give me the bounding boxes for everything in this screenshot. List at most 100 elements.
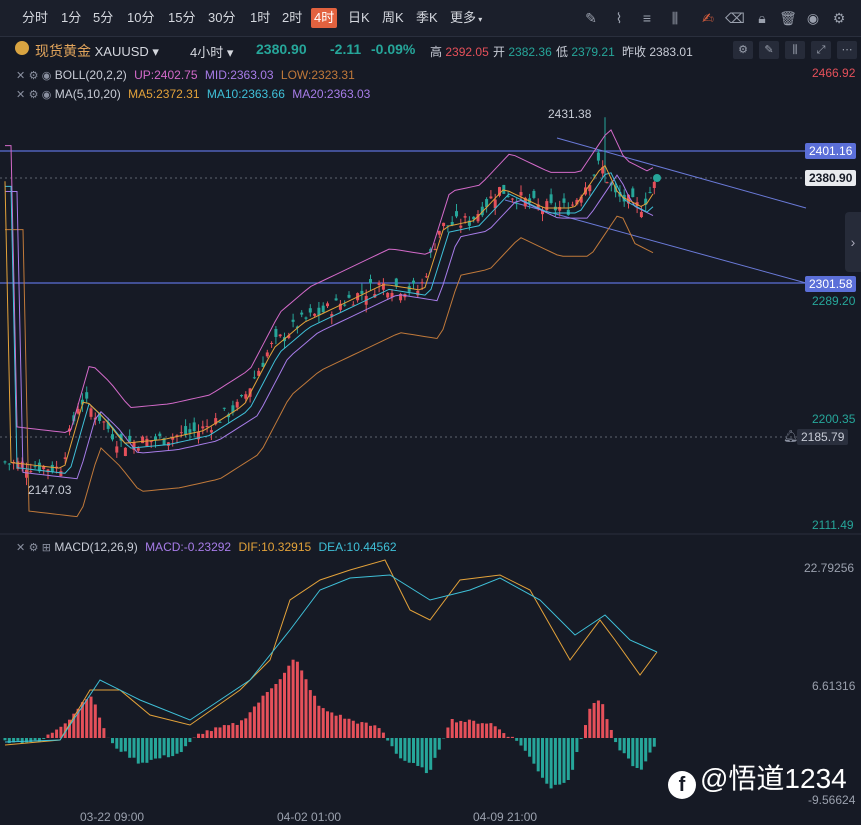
open-value: 开 2382.36 xyxy=(493,45,552,59)
settings-icon[interactable]: ⚙ xyxy=(29,70,39,82)
candle xyxy=(55,466,59,469)
macd-bar xyxy=(618,738,622,751)
candle xyxy=(485,199,489,208)
candle xyxy=(7,463,11,465)
eye-icon[interactable]: ◉ xyxy=(803,8,823,28)
tf-15m[interactable]: 15分 xyxy=(165,8,198,28)
tf-1h[interactable]: 1时 xyxy=(247,8,273,28)
macd-bar xyxy=(450,718,454,738)
alert-bell-icon[interactable]: 🔔︎ xyxy=(783,429,798,443)
macd-bar xyxy=(50,732,54,738)
tf-5m[interactable]: 5分 xyxy=(90,8,116,28)
tf-intraday[interactable]: 分时 xyxy=(19,8,51,28)
macd-bar xyxy=(304,679,308,738)
candle xyxy=(209,430,213,433)
indicator-icon[interactable]: ≡ xyxy=(637,8,657,28)
support-price-tag[interactable]: 2301.58 xyxy=(805,276,857,292)
macd-bar xyxy=(171,738,175,757)
tf-1m[interactable]: 1分 xyxy=(58,8,84,28)
close-icon[interactable]: ✕ xyxy=(16,89,25,101)
macd-bar xyxy=(510,736,514,738)
candle xyxy=(502,184,506,194)
candle xyxy=(89,408,93,417)
tf-30m[interactable]: 30分 xyxy=(205,8,238,28)
macd-bar xyxy=(231,723,235,738)
macd-bar xyxy=(343,718,347,738)
tf-10m[interactable]: 10分 xyxy=(124,8,157,28)
close-icon[interactable]: ✕ xyxy=(16,542,25,554)
macd-bar xyxy=(123,738,127,752)
edit-icon[interactable]: ✍ xyxy=(698,8,718,28)
tf-2h[interactable]: 2时 xyxy=(279,8,305,28)
candle xyxy=(227,414,231,418)
macd-bar xyxy=(334,715,338,738)
macd-bar xyxy=(308,690,312,738)
time-label: 04-02 01:00 xyxy=(277,810,342,824)
delete-icon[interactable]: 🗑︎ xyxy=(778,8,798,28)
macd-bar xyxy=(403,738,407,761)
settings-icon[interactable]: ⚙ xyxy=(29,89,39,101)
candle xyxy=(618,192,622,197)
macd-bar xyxy=(437,738,441,750)
channel-lower-line xyxy=(504,199,807,284)
macd-bar xyxy=(566,738,570,780)
axis-label: 2289.20 xyxy=(812,294,856,308)
candle xyxy=(201,426,205,429)
tf-more[interactable]: 更多 ▾ xyxy=(447,8,485,28)
visibility-icon[interactable]: ◉ xyxy=(42,70,52,82)
period-select[interactable]: 4小时 ▾ xyxy=(190,42,233,61)
draw-pencil-icon[interactable]: ✎ xyxy=(581,8,601,28)
candle xyxy=(562,198,566,203)
macd-bar xyxy=(89,696,93,738)
macd-bar xyxy=(605,719,609,738)
candle xyxy=(424,276,428,278)
expand-panel-chevron-icon[interactable]: › xyxy=(845,212,861,272)
macd-bar xyxy=(274,683,278,738)
candle xyxy=(257,370,261,376)
macd-bar xyxy=(644,738,648,762)
macd-bar xyxy=(111,738,114,744)
bands xyxy=(4,129,654,518)
macd-bar xyxy=(37,738,41,742)
settings-icon[interactable]: ⚙ xyxy=(29,542,39,554)
chart-setting-icon[interactable]: ⚙ xyxy=(733,41,753,59)
macd-bar xyxy=(476,723,480,738)
lock-icon[interactable]: 🔒︎ xyxy=(752,8,772,28)
candle-type-icon[interactable]: ⫼ xyxy=(665,8,685,28)
tf-day[interactable]: 日K xyxy=(345,8,373,28)
candle xyxy=(338,303,342,310)
macd-bar xyxy=(627,738,630,759)
macd-bar xyxy=(287,665,291,738)
candle xyxy=(553,206,557,211)
resistance-price-tag[interactable]: 2401.16 xyxy=(805,143,857,159)
settings-gear-icon[interactable]: ⚙ xyxy=(829,8,849,28)
more-icon[interactable]: ⋯ xyxy=(837,41,857,59)
tf-season[interactable]: 季K xyxy=(413,8,441,28)
macd-bar xyxy=(364,722,368,738)
macd-bar xyxy=(326,711,329,738)
tf-week[interactable]: 周K xyxy=(379,8,407,28)
macd-bar xyxy=(214,727,218,738)
tf-4h[interactable]: 4时 xyxy=(311,8,338,28)
fullscreen-icon[interactable]: ⤢ xyxy=(811,41,831,59)
eraser-icon[interactable]: ⌫ xyxy=(725,8,745,28)
macd-bar xyxy=(278,679,282,738)
close-icon[interactable]: ✕ xyxy=(16,70,25,82)
candle xyxy=(20,461,24,468)
visibility-icon[interactable]: ◉ xyxy=(42,89,52,101)
candle xyxy=(386,292,390,298)
macd-axis-label: 6.61316 xyxy=(812,679,856,693)
candle xyxy=(123,447,127,457)
symbol-name[interactable]: 现货黄金 XAUUSD ▾ xyxy=(35,41,159,61)
candle xyxy=(498,187,501,196)
last-price-dot xyxy=(653,174,661,182)
candle-icon[interactable]: ⫼ xyxy=(785,41,805,59)
candle xyxy=(489,196,493,199)
candle xyxy=(472,216,476,220)
draw-icon[interactable]: ✎ xyxy=(759,41,779,59)
macd-legend: ✕ ⚙ ⊞ MACD(12,26,9) MACD:-0.23292 DIF:10… xyxy=(16,540,397,554)
alert-price-tag[interactable]: 2185.79 xyxy=(797,429,849,445)
expand-icon[interactable]: ⊞ xyxy=(42,542,51,554)
line-tool-icon[interactable]: ⌇ xyxy=(609,8,629,28)
candle xyxy=(493,199,497,209)
